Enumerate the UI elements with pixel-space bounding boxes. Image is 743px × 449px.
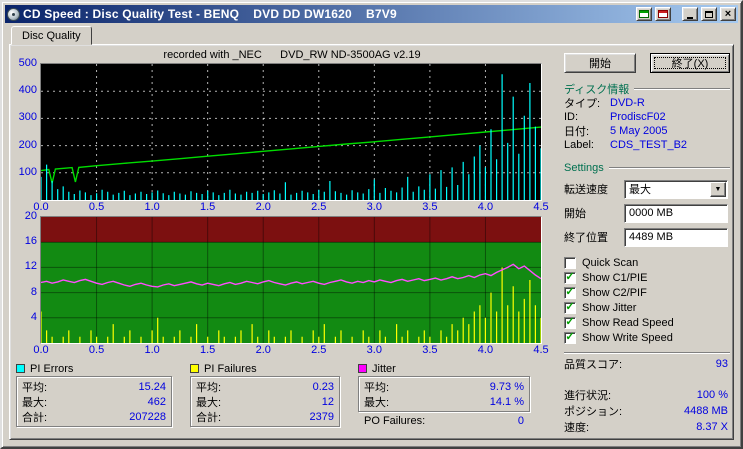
window-title: CD Speed : Disc Quality Test - BENQ DVD … [23,7,397,21]
stat-row: 平均: 15.24 [22,380,166,394]
statistics-row: PI Errors 平均: 15.24 最大: 462 合計: 207228 P… [16,361,554,427]
checkbox-box: ✓ [564,331,576,344]
checkbox-box: ✓ [564,271,576,284]
stat-row: 合計: 2379 [196,410,334,424]
maximize-icon [705,10,713,18]
checkbox-box: ✓ [564,286,576,299]
po-failures-row: PO Failures: 0 [364,414,524,427]
client-area: Disc Quality recorded with _NEC DVD_RW N… [5,23,738,442]
checkbox-show-write-speed[interactable]: ✓ Show Write Speed [564,330,730,345]
minimize-button[interactable] [682,7,698,21]
stat-row: 合計: 207228 [22,410,166,424]
minimize-icon [687,16,693,19]
stat-row: 最大: 14.1 % [364,395,524,409]
options-checkbox-list: Quick Scan ✓ Show C1/PIE ✓ Show C2/PIF ✓… [564,255,730,345]
end-position-input[interactable] [624,227,728,247]
transfer-speed-row: 転送速度 最大 ▼ [564,179,730,199]
pi-failures-title: PI Failures [204,362,257,375]
chevron-down-icon: ▼ [714,185,722,193]
end-position-row: 終了位置 [564,227,730,247]
disc-type-row: タイプ: DVD-R [564,97,645,110]
pi-failures-stats: PI Failures 平均: 0.23 最大: 12 合計: 2379 [190,361,340,427]
disc-quality-tab-page: recorded with _NEC DVD_RW ND-3500AG v2.1… [9,44,734,440]
maximize-button[interactable] [701,7,717,21]
close-icon: × [724,7,732,20]
checkbox-quick-scan[interactable]: Quick Scan [564,255,730,270]
pi-failures-swatch [190,364,199,373]
checkbox-box: ✓ [564,316,576,329]
titlebar-tool-button-green[interactable] [636,7,652,21]
pi-failures-box: 平均: 0.23 最大: 12 合計: 2379 [190,376,340,427]
close-button[interactable]: × [720,7,736,21]
pi-errors-stats: PI Errors 平均: 15.24 最大: 462 合計: 207228 [16,361,172,427]
top-chart-y-axis: 500 400 300 200 100 [18,57,37,178]
charts-area: recorded with _NEC DVD_RW ND-3500AG v2.1… [14,49,554,435]
control-panel: 開始 終了(X) ディスク情報 タイプ: DVD-R ID: ProdiscF0… [554,49,730,435]
divider [608,167,730,169]
cd-app-icon [7,7,20,21]
recorded-with-label: recorded with _NEC DVD_RW ND-3500AG v2.1… [163,49,421,61]
jitter-title: Jitter [372,362,396,375]
tab-disc-quality[interactable]: Disc Quality [11,26,92,45]
progress-row: 進行状況: 100 % [564,389,728,402]
divider [564,352,730,354]
checkbox-show-c2-pif[interactable]: ✓ Show C2/PIF [564,285,730,300]
combo-dropdown-button[interactable]: ▼ [710,181,726,197]
jitter-chart [40,216,542,344]
pi-errors-swatch [16,364,25,373]
checkbox-show-c1-pie[interactable]: ✓ Show C1/PIE [564,270,730,285]
green-window-icon [639,10,649,18]
bottom-chart-x-axis: 0.0 0.5 1.0 1.5 2.0 2.5 3.0 3.5 4.0 4.5 [33,344,549,356]
jitter-swatch [358,364,367,373]
disc-info-header: ディスク情報 [564,82,730,96]
stat-row: 最大: 12 [196,395,334,409]
bottom-chart-y-axis: 20 16 12 8 4 [24,210,37,323]
pi-errors-box: 平均: 15.24 最大: 462 合計: 207228 [16,376,172,427]
jitter-box: 平均: 9.73 % 最大: 14.1 % [358,376,530,412]
speed-row: 速度: 8.37 X [564,421,728,434]
titlebar-tool-button-red[interactable] [655,7,671,21]
stat-row: 最大: 462 [22,395,166,409]
start-position-row: 開始 [564,203,730,223]
divider [634,88,730,90]
checkbox-box: ✓ [564,301,576,314]
start-position-input[interactable] [624,203,728,223]
position-row: ポジション: 4488 MB [564,405,728,418]
jitter-stats: Jitter 平均: 9.73 % 最大: 14.1 % PO Failures… [358,361,530,427]
settings-header: Settings [564,161,730,175]
pi-errors-title: PI Errors [30,362,74,375]
disc-id-row: ID: ProdiscF02 [564,111,666,123]
exit-button[interactable]: 終了(X) [650,53,730,73]
quality-score-row: 品質スコア: 93 [564,358,728,371]
transfer-speed-select[interactable]: 最大 ▼ [624,179,728,199]
start-button[interactable]: 開始 [564,53,636,73]
titlebar[interactable]: CD Speed : Disc Quality Test - BENQ DVD … [5,5,738,23]
cd-speed-window: CD Speed : Disc Quality Test - BENQ DVD … [0,0,743,449]
stat-row: 平均: 9.73 % [364,380,524,394]
disc-label-row: Label: CDS_TEST_B2 [564,139,688,151]
pi-errors-chart [40,63,542,201]
red-window-icon [658,10,668,18]
disc-date-row: 日付: 5 May 2005 [564,125,668,138]
stat-row: 平均: 0.23 [196,380,334,394]
checkbox-show-jitter[interactable]: ✓ Show Jitter [564,300,730,315]
top-chart-x-axis: 0.0 0.5 1.0 1.5 2.0 2.5 3.0 3.5 4.0 4.5 [33,201,549,213]
progress-group: 進行状況: 100 % ポジション: 4488 MB 速度: 8.37 X [564,388,730,434]
checkbox-show-read-speed[interactable]: ✓ Show Read Speed [564,315,730,330]
checkbox-box [564,256,576,269]
